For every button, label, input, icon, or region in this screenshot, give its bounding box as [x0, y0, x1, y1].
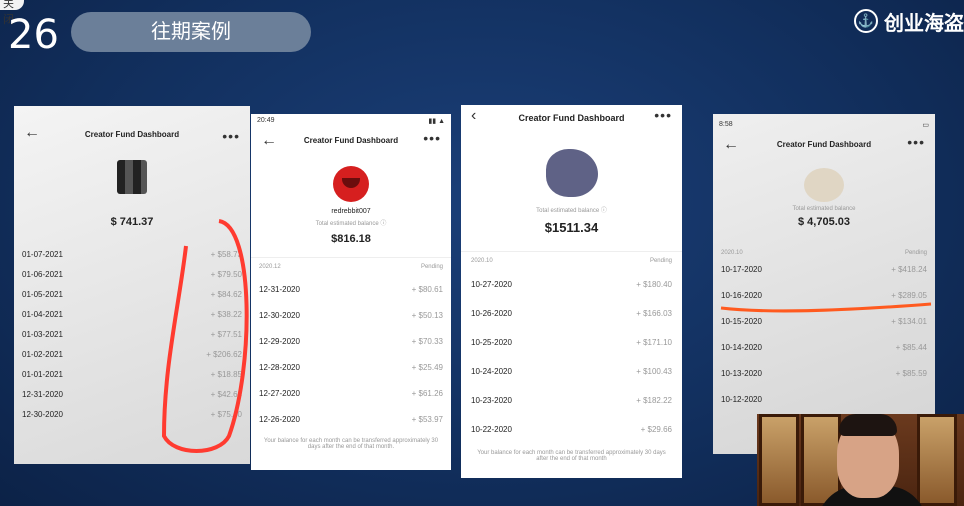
screenshot-panel-4: 8:58 ▭ ← Creator Fund Dashboard ••• Total… [713, 114, 935, 454]
list-item: 12-30-2020 + $50.13 [259, 310, 443, 320]
username: redrebbit007 [331, 208, 371, 215]
list-item: 10-25-2020 + $171.10 [471, 338, 672, 347]
screenshot-panel-1: ← Creator Fund Dashboard ••• $ 741.37 01… [14, 106, 250, 464]
month-label: 2020.12 [259, 264, 281, 270]
screenshot-panel-3: ‹ Creator Fund Dashboard ••• Total estim… [461, 105, 682, 478]
list-item: 12-27-2020 + $61.26 [259, 388, 443, 398]
list-item: 10-22-2020 + $29.66 [471, 425, 672, 434]
status-bar: 20:49 ▮▮ ▲ [257, 117, 445, 125]
avatar [545, 149, 598, 197]
brand-logo: ⚓ 创业海盗 [854, 6, 964, 36]
balance-amount: $816.18 [331, 233, 371, 245]
back-arrow-icon[interactable]: ← [261, 132, 277, 150]
balance-label: Total estimated balance ⓘ [315, 221, 387, 227]
list-item: 10-26-2020 + $166.03 [471, 309, 672, 318]
more-icon[interactable]: ••• [654, 107, 672, 123]
footer-note: Your balance for each month can be trans… [477, 450, 666, 462]
status-badge: Pending [420, 264, 443, 270]
back-arrow-icon[interactable]: ‹ [471, 107, 476, 125]
list-item: 12-29-2020 + $70.33 [259, 336, 443, 346]
list-item: 12-26-2020 + $53.97 [259, 414, 443, 424]
anchor-icon: ⚓ [854, 9, 878, 33]
status-badge: Pending [649, 258, 672, 264]
orange-underline-annotation [720, 302, 932, 313]
list-item: 12-28-2020 + $25.49 [259, 362, 443, 372]
red-annotation-circle [161, 219, 249, 453]
brand-name: 创业海盗 [884, 12, 964, 35]
slide-number: 26 [8, 12, 59, 58]
list-item: 10-27-2020 + $180.40 [471, 280, 672, 289]
avatar [333, 166, 369, 202]
list-item: 12-31-2020 + $80.61 [259, 284, 443, 294]
footer-note: Your balance for each month can be trans… [263, 438, 439, 450]
screenshot-panel-2: 20:49 ▮▮ ▲ ← Creator Fund Dashboard ••• r… [251, 114, 451, 470]
section-title-pill: 往期案例 [71, 12, 311, 52]
more-icon[interactable]: ••• [423, 130, 441, 146]
panel-title: Creator Fund Dashboard [303, 136, 399, 145]
signal-icon: ▮▮ ▲ [428, 118, 445, 125]
balance-label: Total estimated balance ⓘ [536, 208, 607, 214]
close-button[interactable]: 关闭 [0, 0, 24, 26]
list-item: 10-23-2020 + $182.22 [471, 396, 672, 405]
balance-amount: $1511.34 [544, 220, 599, 235]
panel-title: Creator Fund Dashboard [518, 113, 625, 123]
presenter-webcam [757, 414, 964, 506]
list-item: 10-24-2020 + $100.43 [471, 367, 672, 376]
month-label: 2020.10 [471, 258, 493, 264]
